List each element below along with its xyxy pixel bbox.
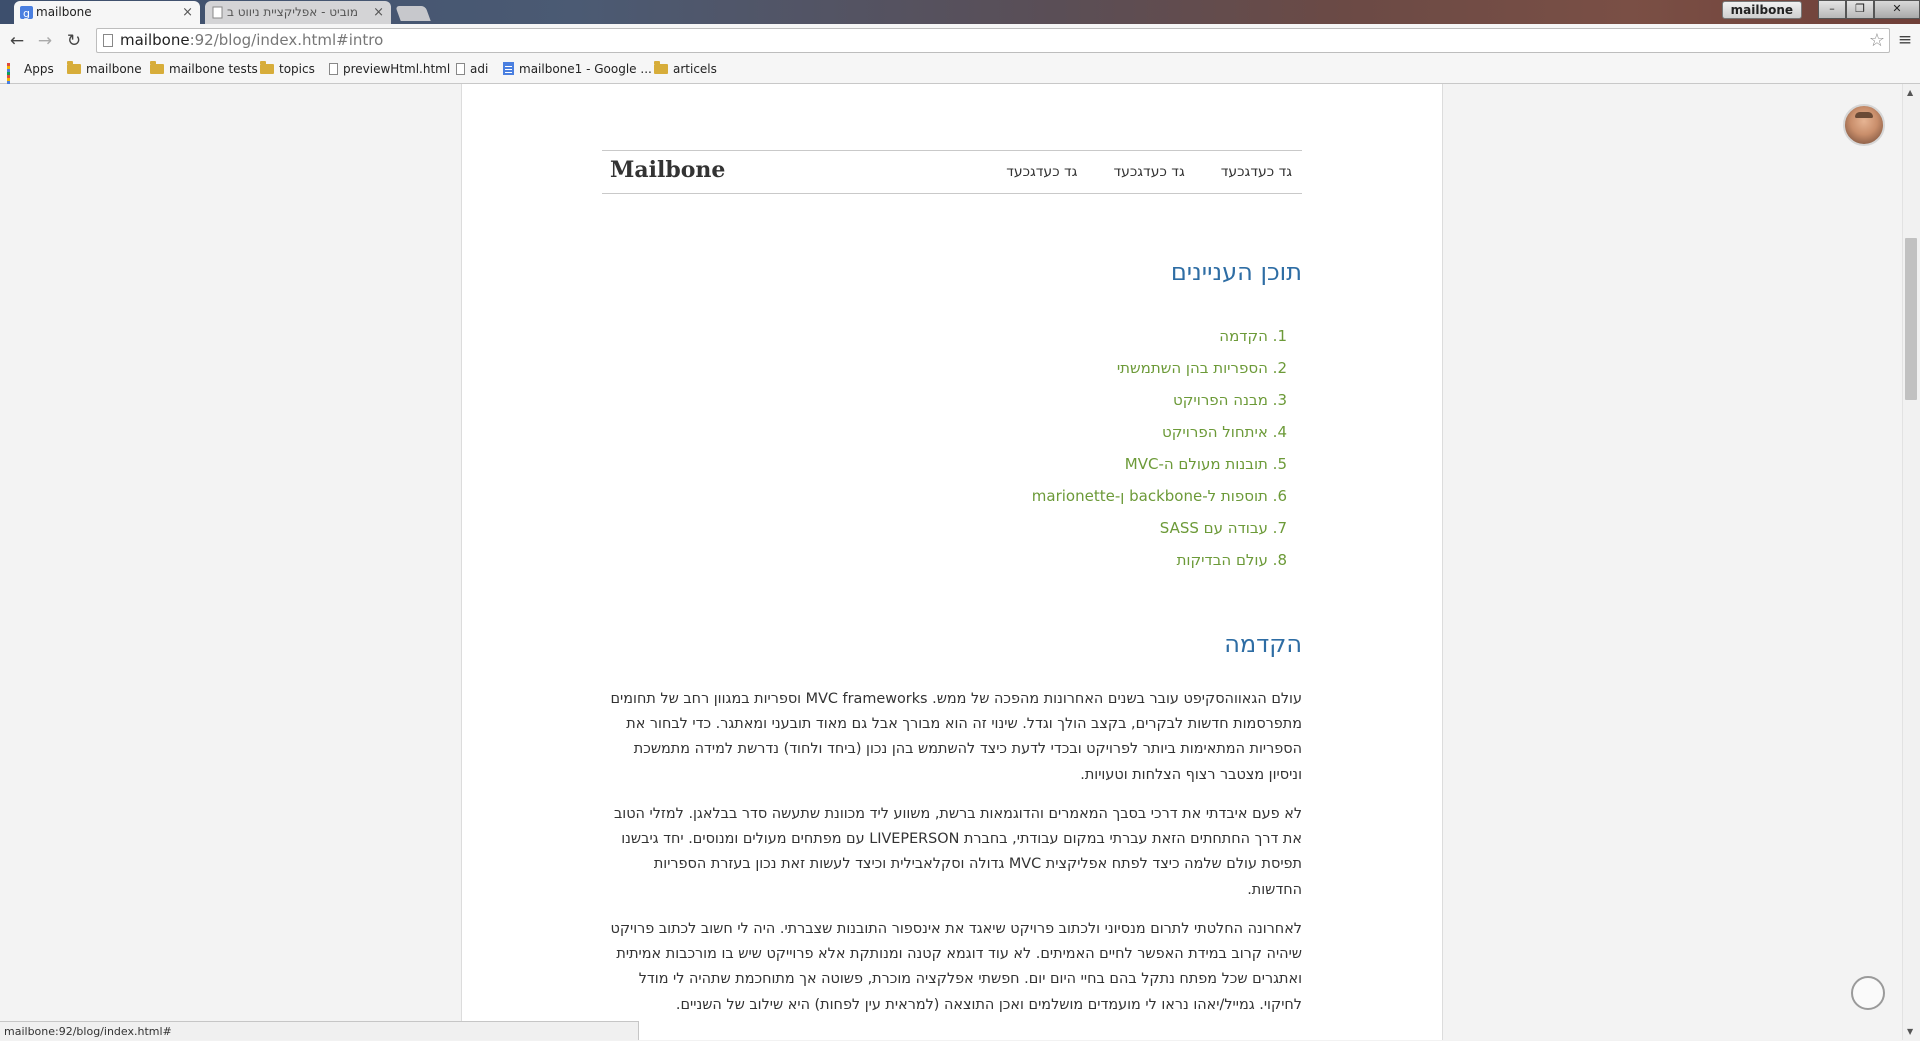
toc-link-7[interactable]: 7. עבודה עם SASS	[687, 512, 1287, 544]
bookmark-label: mailbone tests	[169, 62, 258, 76]
forward-arrow-icon[interactable]: →	[34, 30, 56, 52]
browser-toolbar: ← → ↻ mailbone:92/blog/index.html#intro …	[0, 24, 1920, 58]
bookmark-label: mailbone	[86, 62, 142, 76]
window-controls: – ❐ ✕	[1818, 0, 1920, 19]
scrollbar-thumb[interactable]	[1905, 238, 1917, 400]
toc-link-8[interactable]: 8. עולם הבדיקות	[687, 544, 1287, 576]
toc-heading: תוכן העניינים	[1170, 258, 1302, 286]
url-text[interactable]: mailbone:92/blog/index.html#intro	[120, 29, 383, 52]
bookmark-star-icon[interactable]: ☆	[1869, 29, 1885, 52]
site-header: Mailbone גד כעדגכעד גד כעדגכעד גד כעדגכע…	[602, 150, 1302, 194]
bookmark-topics[interactable]: topics	[260, 58, 315, 83]
address-bar[interactable]: mailbone:92/blog/index.html#intro ☆	[96, 28, 1890, 53]
folder-icon	[150, 60, 164, 74]
url-host: mailbone	[120, 31, 190, 49]
maximize-icon[interactable]: ❐	[1846, 0, 1874, 19]
bookmarks-bar: Apps mailbone mailbone tests topics prev…	[0, 58, 1920, 90]
close-window-icon[interactable]: ✕	[1874, 0, 1920, 19]
toc-link-3[interactable]: 3. מבנה הפרויקט	[687, 384, 1287, 416]
bookmark-mailbone[interactable]: mailbone	[67, 58, 142, 83]
nav-item-3[interactable]: גד כעדגכעד	[1006, 164, 1077, 180]
bookmark-label: articels	[673, 62, 717, 76]
tab-close-icon[interactable]: ×	[373, 1, 384, 24]
vertical-scrollbar[interactable]: ▲ ▼	[1902, 84, 1920, 1040]
bookmark-label: adi	[470, 62, 489, 76]
avatar[interactable]	[1843, 104, 1885, 146]
profile-badge[interactable]: mailbone	[1721, 1, 1802, 19]
page-icon	[103, 34, 113, 47]
page-favicon-icon	[212, 6, 223, 19]
bookmark-apps[interactable]: Apps	[7, 58, 54, 90]
bookmark-label: Apps	[24, 62, 54, 76]
intro-paragraph-3: לאחרונה החלטתי לתרום מנסיוני ולכתוב פרוי…	[610, 921, 1302, 1013]
tab-moovit[interactable]: מוביט - אפליקציית ניווט ב ×	[205, 1, 391, 24]
tab-strip: g mailbone × מוביט - אפליקציית ניווט ב ×…	[0, 0, 1920, 24]
bookmark-mailbone-tests[interactable]: mailbone tests	[150, 58, 258, 83]
tab-close-icon[interactable]: ×	[182, 1, 193, 24]
tab-title: mailbone	[36, 5, 92, 19]
chrome-menu-icon[interactable]: ≡	[1896, 30, 1914, 50]
url-path: :92/blog/index.html#intro	[189, 31, 384, 49]
site-logo[interactable]: Mailbone	[610, 157, 725, 183]
site-nav: גד כעדגכעד גד כעדגכעד גד כעדגכעד	[1006, 164, 1292, 180]
tab-title: מוביט - אפליקציית ניווט ב	[227, 5, 359, 19]
folder-icon	[67, 60, 81, 74]
svg-text:g: g	[23, 7, 30, 19]
page-icon	[329, 62, 338, 75]
toc-link-2[interactable]: 2. הספריות בהן השתמשתי	[687, 352, 1287, 384]
bookmark-label: previewHtml.html	[343, 62, 451, 76]
floating-circle-button[interactable]	[1851, 976, 1885, 1010]
page-icon	[456, 62, 465, 75]
google-docs-icon	[503, 62, 514, 75]
intro-paragraph-2: לא פעם איבדתי את דרכי בסבך המאמרים והדוג…	[613, 806, 1302, 898]
bookmark-adi[interactable]: adi	[456, 58, 488, 83]
bookmark-label: topics	[279, 62, 315, 76]
bookmark-articels[interactable]: articels	[654, 58, 717, 83]
google-favicon-icon: g	[20, 6, 33, 19]
nav-item-2[interactable]: גד כעדגכעד	[1113, 164, 1184, 180]
toc-link-1[interactable]: 1. הקדמה	[687, 320, 1287, 352]
new-tab-button[interactable]	[395, 6, 431, 21]
back-arrow-icon[interactable]: ←	[6, 30, 28, 52]
toc-list: 1. הקדמה 2. הספריות בהן השתמשתי 3. מבנה …	[687, 320, 1287, 576]
toc-link-6[interactable]: 6. תוספות ל-backbone ן-marionette	[687, 480, 1287, 512]
status-bar: mailbone:92/blog/index.html#	[0, 1021, 639, 1040]
scroll-down-arrow-icon[interactable]: ▼	[1907, 1027, 1913, 1036]
reload-icon[interactable]: ↻	[63, 30, 85, 52]
minimize-icon[interactable]: –	[1818, 0, 1846, 19]
tab-mailbone[interactable]: g mailbone ×	[14, 1, 200, 24]
apps-grid-icon	[7, 62, 19, 90]
bookmark-mailbone1-google[interactable]: mailbone1 - Google ...	[503, 58, 652, 83]
toc-link-5[interactable]: 5. תובנות מעולם ה-MVC	[687, 448, 1287, 480]
bookmark-previewhtml[interactable]: previewHtml.html	[329, 58, 450, 83]
folder-icon	[260, 60, 274, 74]
toc-link-4[interactable]: 4. איתחול הפרויקט	[687, 416, 1287, 448]
bookmark-label: mailbone1 - Google ...	[519, 62, 652, 76]
scroll-up-arrow-icon[interactable]: ▲	[1907, 88, 1913, 97]
nav-item-1[interactable]: גד כעדגכעד	[1221, 164, 1292, 180]
folder-icon	[654, 60, 668, 74]
intro-paragraph-1: עולם הגאווהסקיפט עובר בשנים האחרונות מהפ…	[610, 691, 1303, 783]
intro-heading: הקדמה	[1224, 630, 1302, 658]
